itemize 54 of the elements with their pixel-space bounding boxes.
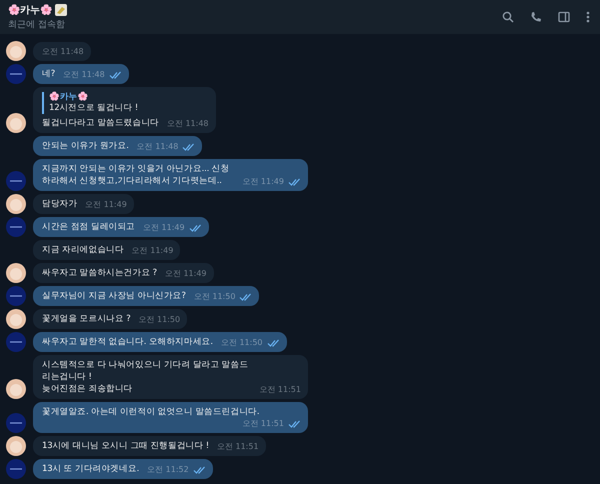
avatar[interactable] <box>6 41 26 61</box>
last-seen-status: 최근에 접속함 <box>8 19 66 31</box>
avatar[interactable] <box>6 217 26 237</box>
search-icon[interactable] <box>502 11 514 23</box>
message-time: 오전 11:49 <box>85 199 127 210</box>
quoted-sender: 🌸카누🌸 <box>49 92 90 103</box>
message-time: 오전 11:49 <box>132 245 174 256</box>
chat-title: 🌸카누🌸 <box>8 4 52 17</box>
avatar[interactable] <box>6 436 26 456</box>
message-text: 13시 또 기다려야겟네요. <box>42 463 140 475</box>
message-text: 지금 자리에없습니다 <box>42 244 124 256</box>
message-time: 오전 11:50 <box>220 337 263 348</box>
message-text: 될겁니다라고 말씀드렸습니다 <box>42 117 159 129</box>
message-text: 꽃게열알죠. 아는데 이런적이 없엇으니 말씀드린겁니다. <box>42 406 260 418</box>
message-time: 오전 11:49 <box>143 222 185 233</box>
message-time: 오전 11:49 <box>164 268 207 279</box>
message-text: 싸우자고 말씀하시는건가요 ? <box>42 267 157 279</box>
avatar[interactable] <box>6 379 26 399</box>
avatar[interactable] <box>6 194 26 214</box>
message-time: 오전 11:48 <box>63 69 105 80</box>
sidebar-icon[interactable] <box>558 11 570 23</box>
message-time: 오전 11:51 <box>259 384 301 395</box>
avatar[interactable] <box>6 263 26 283</box>
avatar[interactable] <box>6 413 26 433</box>
avatar[interactable] <box>6 309 26 329</box>
message-text: 13시에 대니님 오시니 그때 진행될겁니다 ! <box>42 440 209 452</box>
message-time: 오전 11:50 <box>138 314 180 325</box>
avatar[interactable] <box>6 286 26 306</box>
message-time: 오전 11:49 <box>242 176 284 187</box>
message-text: 싸우자고 말한적 없습니다. 오해하지마세요. <box>42 336 213 348</box>
message-text: 지금까지 안되는 이유가 잇을거 아닌가요... 신청하라해서 신청햇고,기다리라해서 기다렷는데.. <box>42 163 230 187</box>
more-icon[interactable] <box>586 11 590 23</box>
message-time: 오전 11:51 <box>242 418 284 429</box>
message-text: 네? <box>42 68 56 80</box>
avatar[interactable] <box>6 332 26 352</box>
message-text: 담당자가 <box>42 198 78 210</box>
message-text: 시간은 점점 딜레이되고 <box>42 221 136 233</box>
message-time: 오전 11:48 <box>136 141 178 152</box>
message-time: 오전 11:51 <box>216 441 259 452</box>
quoted-text: 12시전으로 될겁니다 ! <box>49 103 140 114</box>
message-text: 실무자님이 지금 사장님 아니신가요? <box>42 290 186 302</box>
avatar[interactable] <box>6 459 26 479</box>
avatar[interactable] <box>6 64 26 84</box>
message-time: 오전 11:48 <box>166 118 209 129</box>
message-text: 안되는 이유가 뭔가요. <box>42 140 129 152</box>
avatar[interactable] <box>6 113 26 133</box>
sticker-icon <box>54 3 68 17</box>
message-time: 오전 11:52 <box>147 464 189 475</box>
message-time: 오전 11:48 <box>42 46 84 57</box>
message-text: 시스템적으로 다 나눠어있으니 기다려 달라고 말씀드리는겁니다 ! 늦어진점은 죄송합니다 <box>42 359 250 395</box>
avatar[interactable] <box>6 171 26 191</box>
phone-icon[interactable] <box>530 11 542 23</box>
message-text: 꽃게얼을 모르시나요 ? <box>42 313 131 325</box>
message-time: 오전 11:50 <box>194 291 236 302</box>
